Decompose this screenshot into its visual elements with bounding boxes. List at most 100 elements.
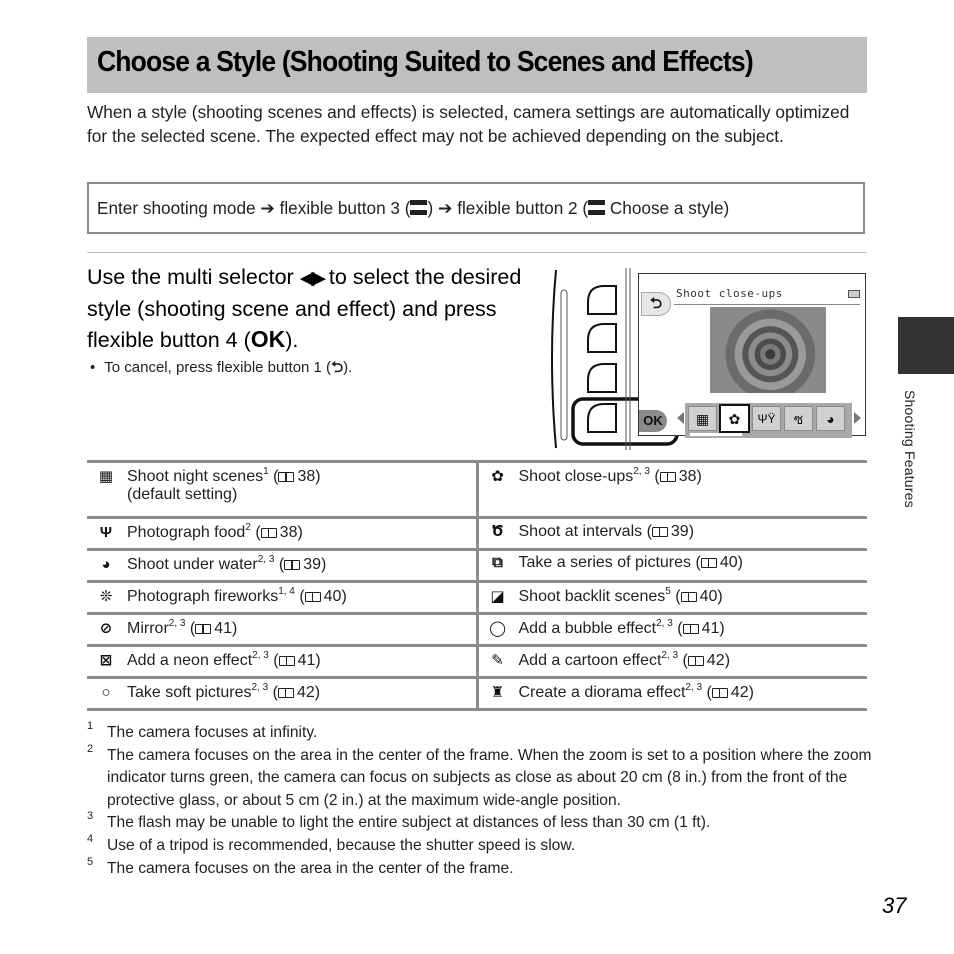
page-ref[interactable]: 41 [702,620,720,637]
ok-icon: OK [250,326,286,352]
style-label: Mirror [127,620,169,637]
book-icon [711,688,728,698]
cartoon-icon: ✎ [491,652,504,669]
night-scene-icon: ▦ [98,468,114,485]
footnote-ref: 2, 3 [168,618,186,629]
arrow-right-icon: ➔ [260,198,275,218]
page-ref[interactable]: 40 [720,554,738,571]
page-ref[interactable]: 42 [297,684,315,701]
style-label: Shoot backlit scenes [518,588,666,605]
soft-icon: ○ [101,684,111,701]
close-up-icon: ✿ [491,468,504,485]
scroll-left-icon[interactable] [677,412,684,424]
menu-path-text: Enter shooting mode ➔ flexible button 3 … [97,198,729,219]
lcd-title-underline [674,304,860,305]
table-row: ⊠ Add a neon effect2, 3 (41) ✎ Add a cartoo… [87,644,867,679]
book-icon [278,472,295,482]
footnote: 3 The flash may be unable to light the en… [87,810,872,835]
table-row: Ψ Photograph food2 (38) Ծ Shoot at interval… [87,516,867,551]
footnote-ref: 2 [245,522,251,533]
style-cell: Ψ Photograph food2 (38) [87,516,479,551]
page-ref[interactable]: 42 [731,684,749,701]
bullet: • [90,359,96,376]
strip-scroll-indicator [690,433,742,436]
page-ref[interactable]: 38 [297,468,315,485]
style-cell: ✿ Shoot close-ups2, 3 (38) [477,460,867,519]
lcd-back-button[interactable]: ⮌ [641,292,671,316]
style-label: Create a diorama effect [518,684,686,701]
page-ref[interactable]: 40 [324,588,342,605]
step-heading: Use the multi selector ◀▶ to select the … [87,262,537,355]
section-divider [87,252,867,253]
step-text-1: Use the multi selector [87,265,300,289]
styles-table: ▦ Shoot night scenes1 (38) (default settin… [87,460,867,711]
flexible-button-4 [587,403,617,433]
strip-close-up-icon[interactable]: ✿ [719,404,750,433]
footnote-number: 5 [87,855,94,868]
camera-illustration: ⮌ Shoot close-ups OK ▦ ✿ ΨΫ ซ ◕ [546,268,868,450]
footnote-ref: 1, 4 [278,586,295,597]
series-icon: ⧉ [492,554,503,571]
default-note: (default setting) [127,486,238,503]
title-bar: Choose a Style (Shooting Suited to Scene… [87,37,867,93]
strip-food-icon[interactable]: ΨΫ [752,406,781,431]
page-ref[interactable]: 41 [298,652,316,669]
lcd-style-title: Shoot close-ups [676,287,783,300]
neon-icon: ⊠ [99,652,113,669]
strip-underwater-icon[interactable]: ◕ [816,406,845,431]
page-ref[interactable]: 41 [214,620,232,637]
table-row: ❊ Photograph fireworks1, 4 (40) ◪ Shoot bac… [87,580,867,615]
footnote: 4 Use of a tripod is recommended, because… [87,833,872,858]
page-ref[interactable]: 38 [280,524,298,541]
style-label: Photograph fireworks [127,588,279,605]
style-label: Shoot close-ups [518,468,634,485]
underwater-icon: ◕ [101,556,111,573]
cancel-note: • To cancel, press flexible button 1 (⮌). [90,357,352,382]
style-cell: ❊ Photograph fireworks1, 4 (40) [87,580,479,615]
style-label: Shoot under water [127,556,258,573]
page-ref[interactable]: 39 [671,523,689,540]
book-icon [304,592,321,602]
style-label: Add a bubble effect [518,620,657,637]
style-cell: ◕ Shoot under water2, 3 (39) [87,548,479,583]
footnote-text: The camera focuses at infinity. [107,724,318,741]
book-icon [687,656,704,666]
page-number: 37 [882,893,907,918]
footnote-ref: 2, 3 [685,682,703,693]
footnote-ref: 2, 3 [633,466,650,477]
path-step-2: flexible button 3 ( [279,198,411,218]
footnote-ref: 1 [263,466,269,477]
chapter-label: Shooting Features [902,390,918,508]
book-icon [651,527,668,537]
footnote-ref: 2, 3 [656,618,673,629]
flexible-button-3 [587,363,617,393]
diorama-icon: ♜ [490,684,505,701]
style-cell: Ծ Shoot at intervals (39) [477,516,867,551]
scroll-right-icon[interactable] [854,412,861,424]
style-cell: ⊘ Mirror2, 3 (41) [87,612,479,647]
scene-icon [410,200,428,215]
book-icon [260,528,277,538]
style-cell: ○ Take soft pictures2, 3 (42) [87,676,479,711]
book-icon [277,688,294,698]
book-icon [680,592,697,602]
page-ref[interactable]: 38 [679,468,697,485]
multi-selector-arrows-icon: ◀▶ [299,268,326,289]
style-label: Take a series of pictures [518,554,692,571]
style-cell: ◪ Shoot backlit scenes5 (40) [477,580,867,615]
page-title: Choose a Style (Shooting Suited to Scene… [97,46,754,78]
footnotes: 1 The camera focuses at infinity. 2 The cam… [87,720,872,881]
style-selector-strip: ▦ ✿ ΨΫ ซ ◕ [685,403,852,438]
strip-intervals-icon[interactable]: ซ [784,406,813,431]
page-ref[interactable]: 40 [700,588,718,605]
footnote-number: 1 [87,720,94,732]
strip-night-scene-icon[interactable]: ▦ [688,406,717,431]
footnote: 5 The camera focuses on the area in the c… [87,856,872,881]
style-label: Add a cartoon effect [518,652,662,669]
lcd-ok-button[interactable]: OK [639,410,667,432]
page-ref[interactable]: 39 [303,556,321,573]
page-ref[interactable]: 42 [707,652,725,669]
book-icon [682,624,699,634]
menu-path-box: Enter shooting mode ➔ flexible button 3 … [87,182,865,234]
style-label: Add a neon effect [127,652,253,669]
